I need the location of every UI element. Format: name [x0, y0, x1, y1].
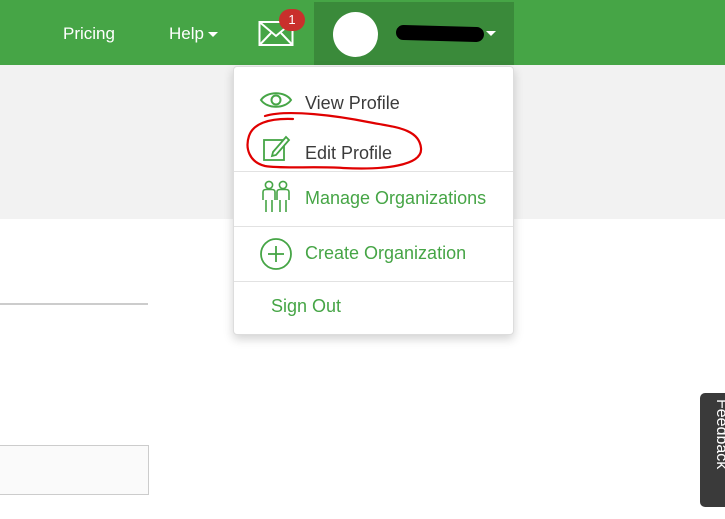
- nav-pricing-link[interactable]: Pricing: [63, 0, 115, 65]
- caret-down-icon: [207, 32, 218, 38]
- divider-line: [0, 303, 148, 305]
- notification-badge: 1: [279, 9, 305, 31]
- plus-circle-icon: [260, 238, 292, 270]
- user-dropdown-menu: View Profile Edit Profile Manage Organiz…: [233, 66, 514, 335]
- user-menu-toggle[interactable]: [314, 2, 514, 65]
- menu-item-view-profile[interactable]: View Profile: [234, 73, 513, 125]
- menu-item-label: Sign Out: [271, 296, 342, 316]
- menu-item-label: Manage Organizations: [305, 188, 487, 208]
- feedback-tab[interactable]: Feedback: [700, 393, 725, 507]
- menu-item-create-organization[interactable]: Create Organization: [234, 227, 513, 279]
- nav-pricing-label: Pricing: [63, 24, 115, 43]
- nav-help-label: Help: [169, 24, 204, 43]
- caret-down-icon: [486, 31, 496, 36]
- menu-item-label: View Profile: [305, 93, 400, 113]
- menu-item-edit-profile[interactable]: Edit Profile: [234, 123, 513, 175]
- edit-icon: [263, 135, 291, 161]
- feedback-label: Feedback: [713, 399, 725, 470]
- menu-item-label: Edit Profile: [305, 143, 393, 163]
- text-input[interactable]: [0, 445, 149, 495]
- nav-help-dropdown[interactable]: Help: [169, 0, 218, 65]
- people-icon: [262, 180, 290, 212]
- menu-item-manage-organizations[interactable]: Manage Organizations: [234, 172, 513, 224]
- avatar: [333, 12, 378, 57]
- eye-icon: [259, 92, 293, 108]
- menu-item-sign-out[interactable]: Sign Out: [234, 282, 513, 334]
- redacted-username: [395, 24, 485, 43]
- menu-item-label: Create Organization: [305, 243, 467, 263]
- top-nav-bar: Pricing Help 1: [0, 0, 725, 65]
